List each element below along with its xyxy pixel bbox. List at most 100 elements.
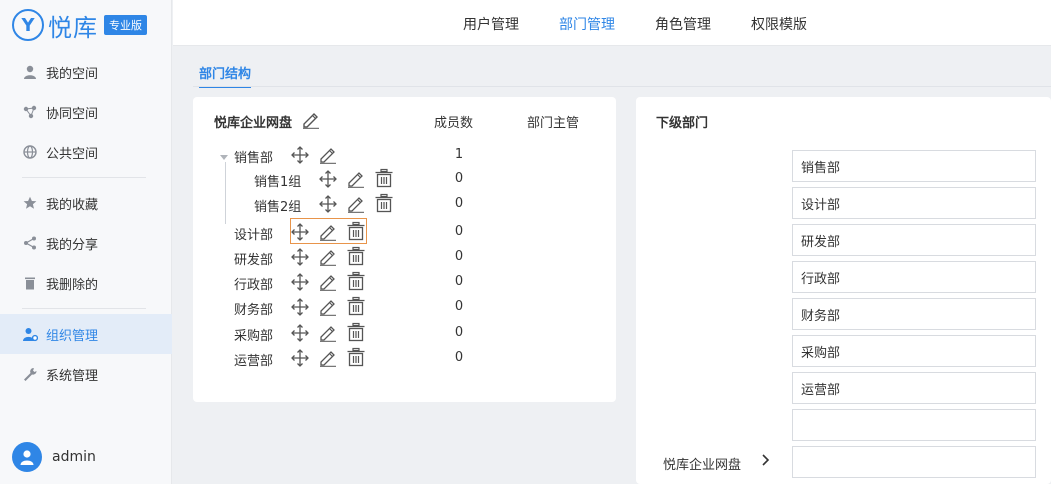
sidebar-item-collab-space[interactable]: 协同空间 <box>0 92 172 132</box>
share-nodes-icon <box>22 104 38 120</box>
sub-department-field[interactable] <box>792 409 1036 441</box>
sidebar-item-label: 公共空间 <box>46 146 99 162</box>
sub-department-field[interactable] <box>792 187 1036 219</box>
top-navigation: 用户管理 部门管理 角色管理 权限模版 <box>173 0 1051 46</box>
org-user-icon <box>22 326 38 342</box>
tab-user-management[interactable]: 用户管理 <box>463 14 519 34</box>
delete-icon[interactable] <box>346 271 366 291</box>
org-root-title: 悦库企业网盘 <box>214 116 293 131</box>
move-icon[interactable] <box>318 194 338 214</box>
column-header-manager: 部门主管 <box>527 116 580 131</box>
sidebar-item-favorites[interactable]: 我的收藏 <box>0 183 172 223</box>
member-count: 1 <box>454 147 464 162</box>
department-name[interactable]: 销售1组 <box>254 171 301 190</box>
delete-icon[interactable] <box>374 168 394 188</box>
user-profile[interactable]: admin <box>12 442 96 472</box>
department-name[interactable]: 研发部 <box>234 249 273 268</box>
sidebar-item-label: 我的分享 <box>46 237 99 253</box>
sub-department-field[interactable] <box>792 150 1036 182</box>
sidebar-item-label: 协同空间 <box>46 106 99 122</box>
sub-department-field[interactable] <box>792 298 1036 330</box>
member-count: 0 <box>454 224 464 239</box>
tab-department-management[interactable]: 部门管理 <box>559 14 615 34</box>
column-header-members: 成员数 <box>434 116 474 131</box>
member-count: 0 <box>454 171 464 186</box>
tab-role-management[interactable]: 角色管理 <box>655 14 711 34</box>
sidebar-item-label: 系统管理 <box>46 368 99 384</box>
tab-permission-template[interactable]: 权限模版 <box>751 14 807 34</box>
sidebar-item-my-space[interactable]: 我的空间 <box>0 52 172 92</box>
member-count: 0 <box>454 274 464 289</box>
wrench-icon <box>22 366 38 382</box>
edit-icon[interactable] <box>318 322 338 342</box>
edit-icon[interactable] <box>318 347 338 367</box>
move-icon[interactable] <box>290 323 310 343</box>
breadcrumb[interactable]: 悦库企业网盘 <box>663 454 741 473</box>
edit-icon[interactable] <box>346 193 366 213</box>
chevron-right-icon[interactable] <box>760 453 772 467</box>
sidebar-item-label: 我删除的 <box>46 277 99 293</box>
sidebar: Y 悦库 专业版 我的空间 协同空间 公共空间 我的收藏 我的分享 我删除的 组… <box>0 0 172 484</box>
member-count: 0 <box>454 249 464 264</box>
sidebar-item-system-management[interactable]: 系统管理 <box>0 354 172 394</box>
sidebar-item-my-shares[interactable]: 我的分享 <box>0 223 172 263</box>
department-name[interactable]: 财务部 <box>234 299 273 318</box>
share-icon <box>22 235 38 251</box>
avatar <box>12 442 42 472</box>
logo-mark: Y <box>12 9 44 41</box>
department-name[interactable]: 设计部 <box>234 224 273 243</box>
delete-icon[interactable] <box>346 246 366 266</box>
move-icon[interactable] <box>290 348 310 368</box>
trash-icon <box>22 275 38 291</box>
subtab-divider <box>193 86 1051 87</box>
sub-department-field[interactable] <box>792 335 1036 367</box>
delete-icon[interactable] <box>346 296 366 316</box>
department-name[interactable]: 采购部 <box>234 325 273 344</box>
member-count: 0 <box>454 196 464 211</box>
tab-department-structure[interactable]: 部门结构 <box>199 63 252 88</box>
collapse-arrow-icon[interactable] <box>219 152 229 162</box>
move-icon[interactable] <box>290 247 310 267</box>
app-logo[interactable]: Y 悦库 专业版 <box>12 8 147 42</box>
move-icon[interactable] <box>318 169 338 189</box>
member-count: 0 <box>454 299 464 314</box>
department-name[interactable]: 运营部 <box>234 350 273 369</box>
sub-department-field[interactable] <box>792 372 1036 404</box>
tree-connector <box>225 162 226 224</box>
edit-icon[interactable] <box>301 109 321 129</box>
sidebar-item-org-management[interactable]: 组织管理 <box>0 314 172 354</box>
sidebar-item-label: 我的空间 <box>46 66 99 82</box>
sidebar-divider <box>22 177 146 178</box>
department-name[interactable]: 销售2组 <box>254 196 301 215</box>
sub-department-field[interactable] <box>792 446 1036 478</box>
delete-icon[interactable] <box>346 347 366 367</box>
member-count: 0 <box>454 325 464 340</box>
edit-icon[interactable] <box>318 144 338 164</box>
move-icon[interactable] <box>290 145 310 165</box>
app-name: 悦库 <box>48 13 98 42</box>
edit-icon[interactable] <box>318 246 338 266</box>
focus-highlight <box>290 218 367 244</box>
user-name: admin <box>52 449 96 465</box>
member-count: 0 <box>454 350 464 365</box>
user-icon <box>22 64 38 80</box>
sidebar-divider <box>22 308 146 309</box>
edition-badge: 专业版 <box>104 15 147 35</box>
sub-department-field[interactable] <box>792 261 1036 293</box>
delete-icon[interactable] <box>346 322 366 342</box>
sub-department-field[interactable] <box>792 224 1036 256</box>
edit-icon[interactable] <box>318 271 338 291</box>
delete-icon[interactable] <box>374 193 394 213</box>
department-name[interactable]: 行政部 <box>234 274 273 293</box>
edit-icon[interactable] <box>318 296 338 316</box>
sidebar-item-label: 我的收藏 <box>46 197 99 213</box>
sidebar-item-deleted[interactable]: 我删除的 <box>0 263 172 303</box>
sidebar-item-label: 组织管理 <box>46 328 99 344</box>
sidebar-item-public-space[interactable]: 公共空间 <box>0 132 172 172</box>
edit-icon[interactable] <box>346 168 366 188</box>
department-name[interactable]: 销售部 <box>234 147 273 166</box>
move-icon[interactable] <box>290 297 310 317</box>
sub-department-title: 下级部门 <box>656 116 709 131</box>
move-icon[interactable] <box>290 272 310 292</box>
globe-icon <box>22 144 38 160</box>
